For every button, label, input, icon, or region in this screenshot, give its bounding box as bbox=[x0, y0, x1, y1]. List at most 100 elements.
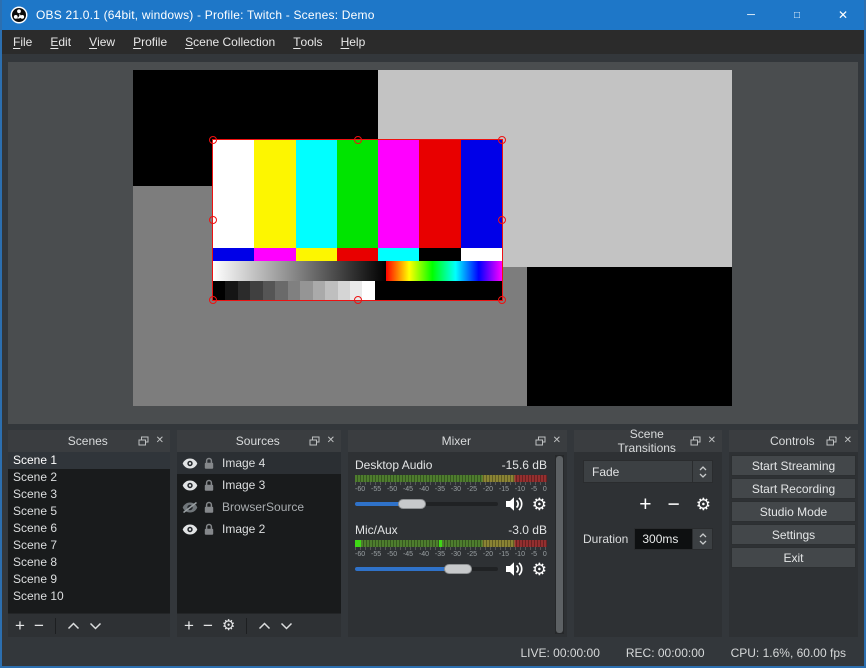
scene-list-item[interactable]: Scene 3 bbox=[8, 486, 170, 503]
float-panel-icon[interactable] bbox=[535, 436, 546, 447]
tick-label: -15 bbox=[499, 551, 509, 558]
scrollbar-thumb[interactable] bbox=[556, 456, 563, 633]
source-list-item[interactable]: Image 2 bbox=[177, 518, 341, 540]
menu-item-scene-collection[interactable]: Scene Collection bbox=[176, 30, 284, 54]
source-list-item[interactable]: BrowserSource bbox=[177, 496, 341, 518]
minimize-button[interactable]: ─ bbox=[728, 0, 774, 30]
transition-combo-arrows[interactable] bbox=[692, 461, 712, 482]
start-recording-button[interactable]: Start Recording bbox=[731, 478, 856, 499]
add-source-button[interactable]: + bbox=[184, 617, 194, 634]
mixer-panel-titlebar[interactable]: Mixer ✕ bbox=[348, 430, 567, 452]
menu-item-file[interactable]: File bbox=[4, 30, 41, 54]
scene-list-item[interactable]: Scene 1 bbox=[8, 452, 170, 469]
tick-label: -60 bbox=[355, 551, 365, 558]
duration-spinbox[interactable]: 300ms bbox=[634, 528, 713, 550]
float-panel-icon[interactable] bbox=[690, 436, 701, 447]
rainbow-gradient bbox=[386, 261, 502, 281]
color-cell bbox=[378, 248, 419, 261]
scene-list-item[interactable]: Scene 9 bbox=[8, 571, 170, 588]
transition-select[interactable]: Fade bbox=[583, 460, 713, 483]
scene-canvas[interactable] bbox=[133, 70, 732, 406]
eye-icon[interactable] bbox=[182, 458, 198, 469]
source-list[interactable]: Image 4 Image 3 BrowserSource Image 2 bbox=[177, 452, 341, 613]
lock-icon[interactable] bbox=[203, 479, 215, 492]
tick-label: -15 bbox=[499, 486, 509, 493]
transition-settings-gear-icon[interactable]: ⚙ bbox=[696, 496, 711, 513]
gray-step bbox=[300, 281, 312, 300]
close-panel-icon[interactable]: ✕ bbox=[553, 436, 561, 446]
colorbars-image[interactable] bbox=[213, 140, 502, 300]
close-button[interactable]: ✕ bbox=[820, 0, 866, 30]
close-panel-icon[interactable]: ✕ bbox=[708, 436, 716, 446]
scene-rect-black-bottomright[interactable] bbox=[527, 267, 732, 406]
scene-list-item[interactable]: Scene 6 bbox=[8, 520, 170, 537]
volume-slider[interactable] bbox=[355, 498, 498, 510]
menu-item-help[interactable]: Help bbox=[332, 30, 375, 54]
speaker-icon[interactable] bbox=[505, 561, 525, 577]
channel-settings-gear-icon[interactable]: ⚙ bbox=[532, 496, 547, 513]
preview-area[interactable] bbox=[8, 62, 858, 424]
exit-button[interactable]: Exit bbox=[731, 547, 856, 568]
lock-icon[interactable] bbox=[203, 457, 215, 470]
colorbars-step-row bbox=[213, 281, 502, 300]
eye-slash-icon[interactable] bbox=[182, 502, 198, 513]
move-source-up-button[interactable] bbox=[258, 622, 271, 630]
mixer-scrollbar[interactable] bbox=[555, 455, 564, 634]
slider-handle[interactable] bbox=[444, 564, 472, 574]
scene-list-item[interactable]: Scene 8 bbox=[8, 554, 170, 571]
speaker-icon[interactable] bbox=[505, 496, 525, 512]
scene-list-item[interactable]: Scene 7 bbox=[8, 537, 170, 554]
tick-label: -10 bbox=[515, 486, 525, 493]
source-name: Image 3 bbox=[220, 478, 265, 492]
close-panel-icon[interactable]: ✕ bbox=[844, 436, 852, 446]
eye-icon[interactable] bbox=[182, 524, 198, 535]
remove-transition-button[interactable]: − bbox=[667, 494, 679, 515]
tick-label: -20 bbox=[483, 551, 493, 558]
scenes-panel-titlebar[interactable]: Scenes ✕ bbox=[8, 430, 170, 452]
source-name: BrowserSource bbox=[220, 500, 304, 514]
close-panel-icon[interactable]: ✕ bbox=[156, 436, 164, 446]
menu-item-tools[interactable]: Tools bbox=[284, 30, 331, 54]
obs-window: OBS 21.0.1 (64bit, windows) - Profile: T… bbox=[0, 0, 866, 668]
color-cell bbox=[296, 248, 337, 261]
float-panel-icon[interactable] bbox=[138, 436, 149, 447]
move-source-down-button[interactable] bbox=[280, 622, 293, 630]
controls-buttons: Start StreamingStart RecordingStudio Mod… bbox=[729, 452, 858, 573]
float-panel-icon[interactable] bbox=[309, 436, 320, 447]
add-scene-button[interactable]: + bbox=[15, 617, 25, 634]
sources-panel-titlebar[interactable]: Sources ✕ bbox=[177, 430, 341, 452]
slider-handle[interactable] bbox=[398, 499, 426, 509]
remove-source-button[interactable]: − bbox=[203, 617, 213, 634]
remove-scene-button[interactable]: − bbox=[34, 617, 44, 634]
lock-icon[interactable] bbox=[203, 523, 215, 536]
duration-spin-buttons[interactable] bbox=[692, 529, 712, 549]
settings-button[interactable]: Settings bbox=[731, 524, 856, 545]
lock-icon[interactable] bbox=[203, 501, 215, 514]
close-panel-icon[interactable]: ✕ bbox=[327, 436, 335, 446]
tick-label: -45 bbox=[403, 551, 413, 558]
scene-list[interactable]: Scene 1Scene 2Scene 3Scene 5Scene 6Scene… bbox=[8, 452, 170, 613]
menu-item-view[interactable]: View bbox=[80, 30, 124, 54]
controls-panel-titlebar[interactable]: Controls ✕ bbox=[729, 430, 858, 452]
channel-settings-gear-icon[interactable]: ⚙ bbox=[532, 561, 547, 578]
add-transition-button[interactable]: + bbox=[639, 494, 651, 515]
source-properties-button[interactable]: ⚙ bbox=[222, 618, 235, 633]
studio-mode-button[interactable]: Studio Mode bbox=[731, 501, 856, 522]
scene-list-item[interactable]: Scene 2 bbox=[8, 469, 170, 486]
eye-icon[interactable] bbox=[182, 480, 198, 491]
float-panel-icon[interactable] bbox=[826, 436, 837, 447]
start-streaming-button[interactable]: Start Streaming bbox=[731, 455, 856, 476]
volume-slider[interactable] bbox=[355, 563, 498, 575]
source-list-item[interactable]: Image 3 bbox=[177, 474, 341, 496]
menu-item-profile[interactable]: Profile bbox=[124, 30, 176, 54]
move-scene-up-button[interactable] bbox=[67, 622, 80, 630]
scene-list-item[interactable]: Scene 10 bbox=[8, 588, 170, 605]
transitions-panel-titlebar[interactable]: Scene Transitions ✕ bbox=[574, 430, 722, 452]
menu-item-edit[interactable]: Edit bbox=[41, 30, 80, 54]
scene-list-item[interactable]: Scene 5 bbox=[8, 503, 170, 520]
menu-bar: FileEditViewProfileScene CollectionTools… bbox=[2, 30, 864, 54]
maximize-button[interactable]: □ bbox=[774, 0, 820, 30]
source-list-item[interactable]: Image 4 bbox=[177, 452, 341, 474]
channel-level-db: -3.0 dB bbox=[508, 523, 547, 537]
move-scene-down-button[interactable] bbox=[89, 622, 102, 630]
